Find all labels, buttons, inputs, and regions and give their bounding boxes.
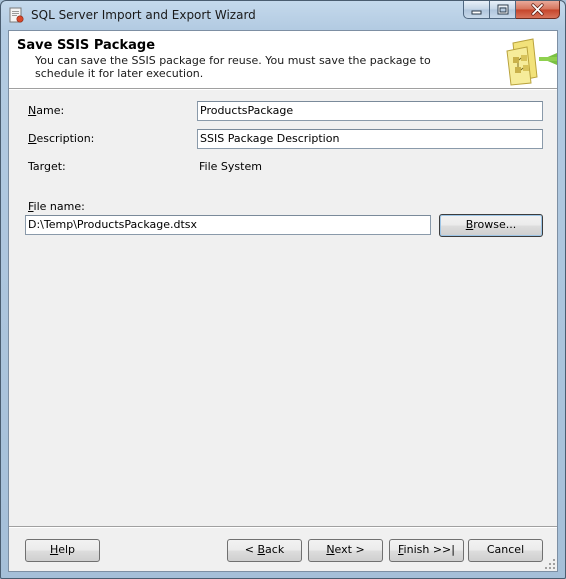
minimize-button[interactable] bbox=[463, 1, 490, 19]
description-label: Description: bbox=[28, 132, 94, 145]
browse-button[interactable]: Browse... bbox=[439, 214, 543, 237]
window-title: SQL Server Import and Export Wizard bbox=[31, 8, 256, 22]
back-button-mnemonic: B bbox=[257, 543, 266, 556]
back-button-label: ack bbox=[265, 543, 285, 556]
wizard-app-icon bbox=[9, 7, 24, 23]
target-value: File System bbox=[199, 160, 262, 173]
description-label-text: escription: bbox=[36, 132, 95, 145]
next-button-mnemonic: N bbox=[326, 543, 335, 556]
resize-grip-icon[interactable] bbox=[544, 558, 556, 570]
description-input[interactable]: SSIS Package Description bbox=[197, 129, 543, 149]
name-label: Name: bbox=[28, 104, 64, 117]
minimize-icon bbox=[471, 10, 482, 15]
file-name-label: File name: bbox=[28, 200, 85, 213]
footer-separator-highlight bbox=[9, 527, 557, 528]
help-button[interactable]: Help bbox=[25, 539, 100, 562]
name-label-mnemonic: N bbox=[28, 104, 37, 117]
wizard-banner-icon bbox=[506, 38, 557, 86]
caption-buttons bbox=[463, 1, 560, 20]
finish-button-label: inish >>| bbox=[403, 543, 455, 556]
close-button[interactable] bbox=[516, 1, 560, 19]
page-title: Save SSIS Package bbox=[17, 38, 156, 53]
back-button[interactable]: < Back bbox=[227, 539, 302, 562]
wizard-client-area: Save SSIS Package You can save the SSIS … bbox=[8, 30, 558, 572]
help-button-mnemonic: H bbox=[49, 543, 59, 556]
target-label: Target: bbox=[28, 160, 66, 173]
maximize-button[interactable] bbox=[490, 1, 516, 19]
next-button[interactable]: Next > bbox=[308, 539, 383, 562]
browse-button-label: rowse... bbox=[473, 218, 517, 231]
header-separator-highlight bbox=[9, 89, 557, 90]
back-button-prefix: < bbox=[244, 543, 258, 556]
maximize-icon bbox=[497, 4, 509, 15]
wizard-window: SQL Server Import and Export Wizard Save… bbox=[0, 0, 566, 579]
file-name-input[interactable]: D:\Temp\ProductsPackage.dtsx bbox=[25, 215, 431, 235]
help-button-label: elp bbox=[58, 543, 76, 556]
header-panel: Save SSIS Package You can save the SSIS … bbox=[9, 31, 557, 88]
file-name-label-text: ile name: bbox=[33, 200, 85, 213]
page-description: You can save the SSIS package for reuse.… bbox=[35, 54, 431, 80]
next-button-label: ext > bbox=[334, 543, 365, 556]
name-label-text: ame: bbox=[36, 104, 65, 117]
finish-button[interactable]: Finish >>| bbox=[389, 539, 464, 562]
cancel-button[interactable]: Cancel bbox=[468, 539, 543, 562]
close-icon bbox=[531, 3, 544, 16]
title-bar[interactable]: SQL Server Import and Export Wizard bbox=[1, 1, 565, 30]
name-input[interactable]: ProductsPackage bbox=[197, 101, 543, 121]
